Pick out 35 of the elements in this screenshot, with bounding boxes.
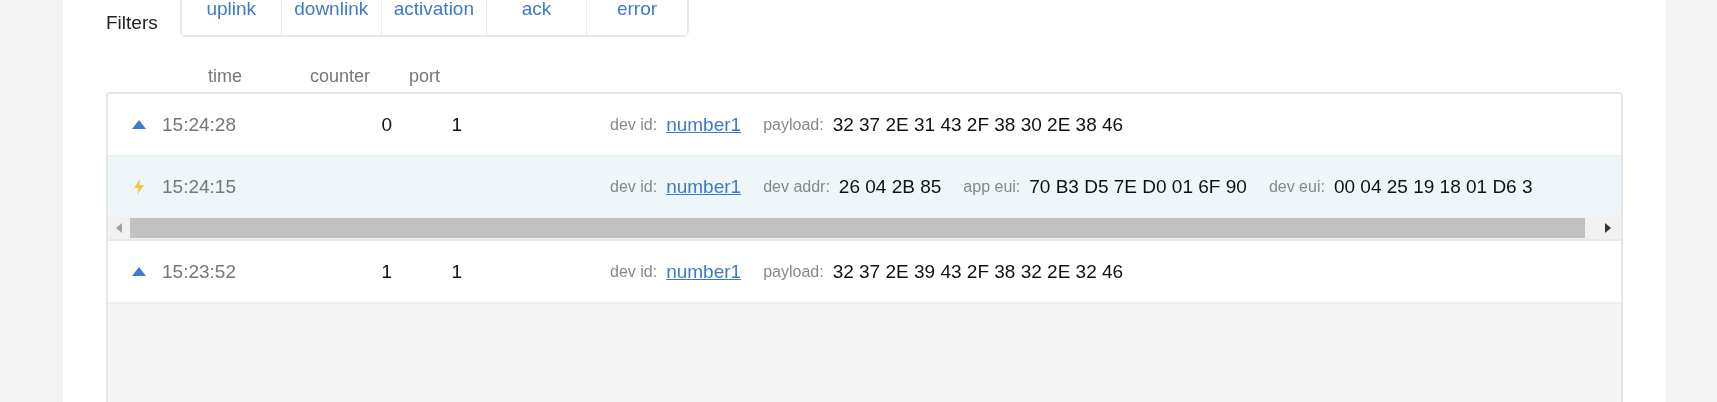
field-label: payload: bbox=[763, 262, 824, 281]
port-cell: 1 bbox=[451, 260, 462, 282]
filters-label: Filters bbox=[106, 12, 158, 35]
field-label: payload: bbox=[763, 115, 824, 134]
horizontal-scrollbar[interactable] bbox=[108, 217, 1621, 241]
field-value: 70 B3 D5 7E D0 01 6F 90 bbox=[1029, 176, 1247, 198]
device-link[interactable]: number1 bbox=[666, 260, 742, 283]
field-label: dev eui: bbox=[1268, 178, 1325, 196]
filter-tab[interactable]: uplink bbox=[181, 0, 282, 35]
port-cell: 1 bbox=[451, 113, 462, 135]
field-value: 32 37 2E 39 43 2F 38 32 2E 32 46 bbox=[832, 260, 1124, 283]
field-value: 26 04 2B 85 bbox=[838, 176, 942, 198]
scroll-left-icon[interactable] bbox=[116, 223, 122, 233]
field-label: dev addr: bbox=[763, 178, 830, 196]
scroll-right-icon[interactable] bbox=[1605, 223, 1611, 233]
field-label: app eui: bbox=[963, 178, 1021, 196]
field-label: dev id: bbox=[610, 262, 658, 281]
field-label: dev id: bbox=[610, 115, 658, 134]
device-link[interactable]: number1 bbox=[666, 176, 742, 198]
column-header: counter bbox=[308, 66, 370, 88]
time-cell-text: 15:23:52 bbox=[162, 260, 237, 283]
device-link[interactable]: number1 bbox=[666, 113, 742, 136]
scrollbar-thumb[interactable] bbox=[130, 218, 1585, 238]
field-value: 32 37 2E 31 43 2F 38 30 2E 38 46 bbox=[832, 113, 1124, 136]
counter-cell: 1 bbox=[381, 260, 392, 282]
column-header: time bbox=[207, 66, 243, 88]
up-triangle-icon bbox=[132, 120, 146, 129]
lightning-icon bbox=[134, 179, 144, 195]
up-triangle-icon bbox=[132, 267, 146, 276]
field-label: dev id: bbox=[610, 178, 658, 196]
time-cell-text: 15:24:28 bbox=[162, 113, 237, 136]
column-header: port bbox=[407, 66, 440, 88]
counter-cell: 0 bbox=[381, 113, 392, 135]
time-cell-text: 15:24:15 bbox=[162, 176, 237, 198]
field-value: 00 04 25 19 18 01 D6 3 bbox=[1333, 176, 1533, 198]
